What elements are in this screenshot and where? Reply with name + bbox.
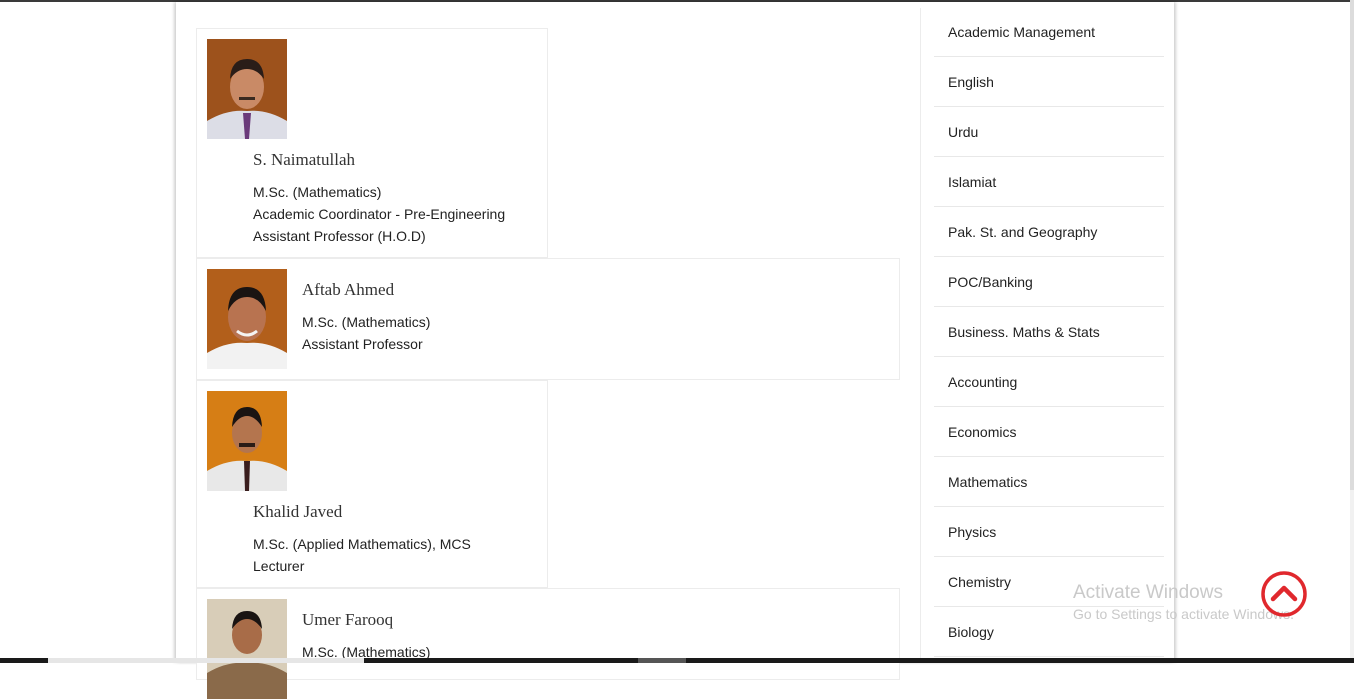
faculty-title: Assistant Professor [302, 336, 423, 352]
faculty-card: Khalid Javed M.Sc. (Applied Mathematics)… [196, 380, 548, 588]
faculty-name: Umer Farooq [302, 610, 394, 629]
faculty-title: Lecturer [253, 558, 305, 574]
scrollbar-thumb[interactable] [1350, 0, 1354, 490]
faculty-name: S. Naimatullah [253, 150, 355, 169]
sidebar-item-mathematics[interactable]: Mathematics [934, 457, 1164, 507]
bottom-taskbar-strip [0, 658, 1354, 663]
faculty-name: Khalid Javed [253, 502, 343, 521]
chevron-up-circle-icon [1261, 571, 1307, 617]
sidebar-item-physics[interactable]: Physics [934, 507, 1164, 557]
sidebar-divider [920, 8, 921, 660]
sidebar-item-academic-management[interactable]: Academic Management [934, 7, 1164, 57]
faculty-qualification: M.Sc. (Mathematics) [302, 314, 431, 330]
sidebar-item-economics[interactable]: Economics [934, 407, 1164, 457]
faculty-qualification: M.Sc. (Applied Mathematics), MCS [253, 536, 471, 552]
sidebar-item-business-maths-stats[interactable]: Business. Maths & Stats [934, 307, 1164, 357]
sidebar-item-poc-banking[interactable]: POC/Banking [934, 257, 1164, 307]
faculty-role: Academic Coordinator - Pre-Engineering [253, 206, 506, 222]
faculty-photo [207, 391, 287, 491]
department-sidebar: Academic Management English Urdu Islamia… [934, 7, 1164, 657]
faculty-photo [207, 599, 287, 699]
taskbar-segment [48, 658, 364, 663]
taskbar-segment [638, 658, 686, 663]
faculty-photo [207, 269, 287, 369]
faculty-card: S. Naimatullah M.Sc. (Mathematics) Acade… [196, 28, 548, 258]
faculty-title: Assistant Professor (H.O.D) [253, 228, 426, 244]
sidebar-item-pak-st-geography[interactable]: Pak. St. and Geography [934, 207, 1164, 257]
sidebar-item-urdu[interactable]: Urdu [934, 107, 1164, 157]
faculty-card: Aftab Ahmed M.Sc. (Mathematics) Assistan… [196, 258, 900, 380]
faculty-name: Aftab Ahmed [302, 280, 395, 299]
faculty-card: Umer Farooq M.Sc. (Mathematics) [196, 588, 900, 699]
faculty-qualification: M.Sc. (Mathematics) [253, 184, 382, 200]
scroll-to-top-button[interactable] [1261, 571, 1307, 617]
sidebar-item-accounting[interactable]: Accounting [934, 357, 1164, 407]
faculty-photo [207, 39, 287, 139]
page-scrollbar[interactable] [1350, 0, 1354, 658]
sidebar-item-islamiat[interactable]: Islamiat [934, 157, 1164, 207]
sidebar-item-english[interactable]: English [934, 57, 1164, 107]
